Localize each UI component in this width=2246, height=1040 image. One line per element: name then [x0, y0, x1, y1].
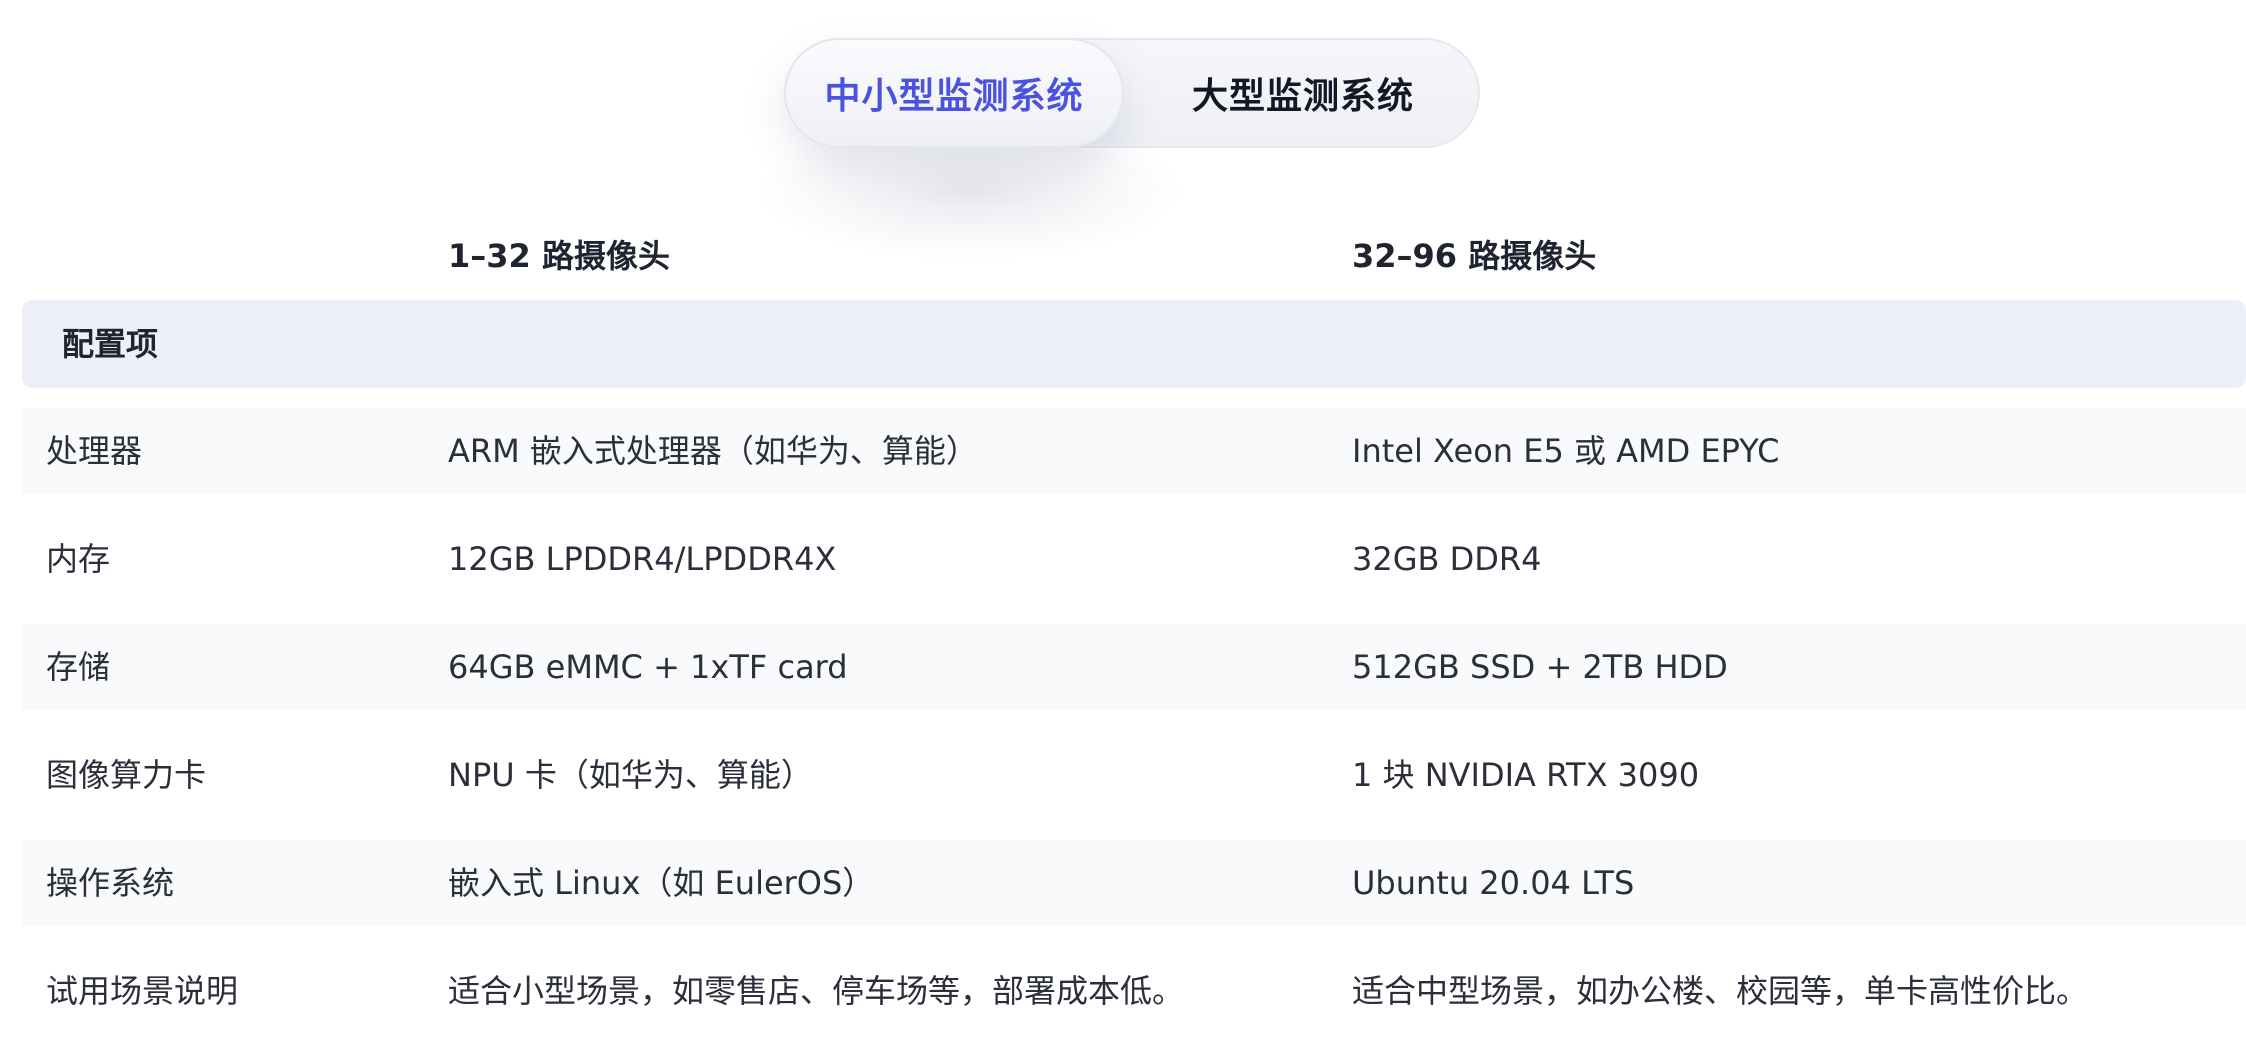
row-value-small: 64GB eMMC + 1xTF card: [448, 648, 848, 686]
table-header-row: 配置项: [22, 300, 2246, 388]
row-value-small: 嵌入式 Linux（如 EulerOS）: [448, 864, 875, 902]
row-label: 试用场景说明: [46, 972, 239, 1010]
column-header-1-32: 1–32 路摄像头: [448, 237, 670, 275]
tab-large-system[interactable]: 大型监测系统: [1126, 40, 1480, 146]
table-row: 处理器 ARM 嵌入式处理器（如华为、算能） Intel Xeon E5 或 A…: [22, 408, 2246, 494]
row-value-small: ARM 嵌入式处理器（如华为、算能）: [448, 432, 978, 470]
system-size-toggle: 中小型监测系统 大型监测系统: [784, 38, 1480, 148]
config-item-label: 配置项: [62, 325, 159, 363]
table-row: 存储 64GB eMMC + 1xTF card 512GB SSD + 2TB…: [22, 624, 2246, 710]
row-value-small: 适合小型场景，如零售店、停车场等，部署成本低。: [448, 972, 1185, 1010]
table-row: 内存 12GB LPDDR4/LPDDR4X 32GB DDR4: [22, 516, 2246, 602]
table-row: 操作系统 嵌入式 Linux（如 EulerOS） Ubuntu 20.04 L…: [22, 840, 2246, 926]
row-value-large: 适合中型场景，如办公楼、校园等，单卡高性价比。: [1352, 972, 2089, 1010]
column-header-32-96: 32–96 路摄像头: [1352, 237, 1597, 275]
row-label: 操作系统: [46, 864, 175, 902]
row-label: 内存: [46, 540, 111, 578]
row-value-small: 12GB LPDDR4/LPDDR4X: [448, 540, 837, 578]
row-value-large: 512GB SSD + 2TB HDD: [1352, 648, 1728, 686]
row-label: 处理器: [46, 432, 143, 470]
row-value-small: NPU 卡（如华为、算能）: [448, 756, 813, 794]
row-value-large: Intel Xeon E5 或 AMD EPYC: [1352, 432, 1780, 470]
row-value-large: Ubuntu 20.04 LTS: [1352, 864, 1635, 902]
tab-small-medium-system[interactable]: 中小型监测系统: [784, 38, 1124, 148]
row-label: 图像算力卡: [46, 756, 207, 794]
row-label: 存储: [46, 648, 111, 686]
row-value-large: 32GB DDR4: [1352, 540, 1542, 578]
row-value-large: 1 块 NVIDIA RTX 3090: [1352, 756, 1700, 794]
table-row: 试用场景说明 适合小型场景，如零售店、停车场等，部署成本低。 适合中型场景，如办…: [22, 948, 2246, 1034]
table-row: 图像算力卡 NPU 卡（如华为、算能） 1 块 NVIDIA RTX 3090: [22, 732, 2246, 818]
